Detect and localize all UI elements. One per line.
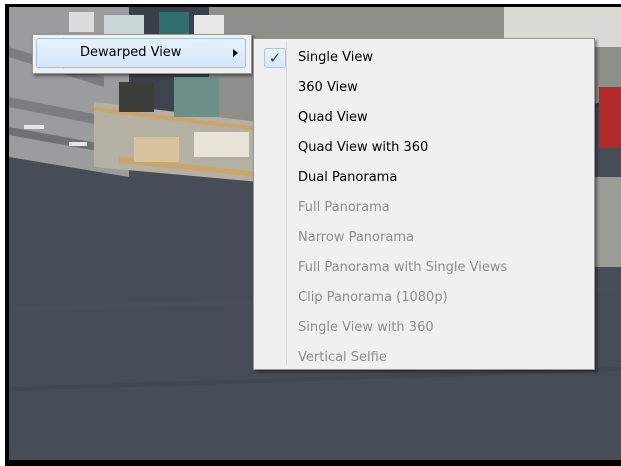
submenu-item-quad-view-with-360[interactable]: Quad View with 360 — [257, 133, 591, 163]
submenu-item-quad-view[interactable]: Quad View — [257, 103, 591, 133]
submenu-item-single-view[interactable]: ✓ Single View — [257, 43, 591, 73]
submenu-item-label: Single View with 360 — [298, 320, 434, 335]
submenu-item-full-panorama-with-single-views: Full Panorama with Single Views — [257, 253, 591, 283]
submenu-item-label: Clip Panorama (1080p) — [298, 290, 448, 305]
submenu-item-label: Single View — [298, 50, 373, 65]
submenu-item-vertical-selfie: Vertical Selfie — [257, 343, 591, 373]
submenu-item-label: Full Panorama — [298, 200, 390, 215]
menu-item-dewarped-view[interactable]: Dewarped View — [36, 38, 246, 68]
submenu-item-clip-panorama-1080p: Clip Panorama (1080p) — [257, 283, 591, 313]
submenu-item-label: Narrow Panorama — [298, 230, 414, 245]
submenu-item-label: Quad View with 360 — [298, 140, 429, 155]
submenu-item-narrow-panorama: Narrow Panorama — [257, 223, 591, 253]
submenu-item-label: Dual Panorama — [298, 170, 398, 185]
context-menu: Dewarped View — [32, 34, 252, 74]
submenu-arrow-icon — [233, 49, 238, 57]
submenu-item-360-view[interactable]: 360 View — [257, 73, 591, 103]
submenu-item-label: Vertical Selfie — [298, 350, 387, 365]
submenu-item-label: Full Panorama with Single Views — [298, 260, 508, 275]
checkmark-icon: ✓ — [264, 48, 286, 68]
menu-item-label: Dewarped View — [80, 45, 182, 60]
submenu-item-label: Quad View — [298, 110, 368, 125]
submenu-item-dual-panorama[interactable]: Dual Panorama — [257, 163, 591, 193]
submenu-item-single-view-with-360: Single View with 360 — [257, 313, 591, 343]
submenu-item-full-panorama: Full Panorama — [257, 193, 591, 223]
dewarped-view-submenu: ✓ Single View 360 View Quad View Quad Vi… — [253, 38, 595, 370]
submenu-item-label: 360 View — [298, 80, 358, 95]
